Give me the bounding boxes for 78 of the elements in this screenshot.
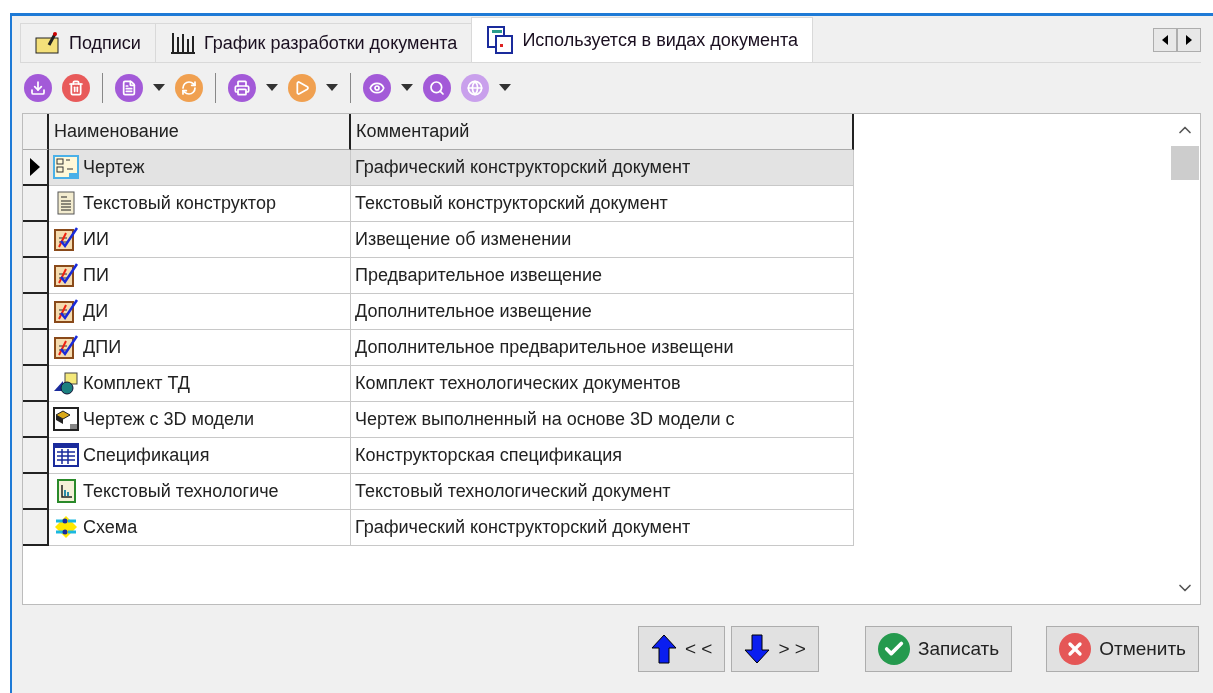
row-indicator[interactable] [23, 509, 49, 546]
row-indicator[interactable] [23, 221, 49, 258]
table-cell: Чертеж выполненный на основе 3D модели с [351, 401, 854, 438]
caret-icon[interactable] [499, 83, 511, 92]
row-indicator[interactable] [23, 293, 49, 330]
scroll-right-button[interactable] [1177, 28, 1201, 52]
cell-text: ДИ [83, 300, 109, 322]
table-cell: Комплект технологических документов [351, 365, 854, 402]
shapes-icon [53, 371, 79, 396]
row-indicator[interactable] [23, 257, 49, 294]
up-arrow-icon [651, 633, 677, 664]
cell-text: Спецификация [83, 444, 210, 466]
row-indicator[interactable] [23, 365, 49, 402]
table-cell: Дополнительное предварительное извещени [351, 329, 854, 366]
dialog-button[interactable]: < < [638, 625, 726, 672]
dialog-button[interactable]: Отменить [1046, 625, 1199, 672]
tab[interactable]: Используется в видах документа [471, 17, 814, 62]
scrollbar-thumb[interactable] [1171, 145, 1199, 180]
tab-label: Подписи [69, 32, 141, 54]
tab-label: Используется в видах документа [522, 29, 799, 51]
right-triangle-icon [1185, 35, 1193, 45]
tab[interactable]: Подписи [20, 23, 156, 62]
cell-text: Чертеж [83, 156, 145, 178]
left-triangle-icon [1161, 35, 1169, 45]
notice-icon [53, 299, 79, 324]
column-header[interactable]: Наименование [49, 113, 351, 150]
printer-icon[interactable] [228, 73, 256, 102]
row-indicator[interactable] [23, 473, 49, 510]
caret-icon[interactable] [326, 83, 338, 92]
table-icon [53, 443, 79, 468]
table-cell: Предварительное извещение [351, 257, 854, 294]
row-indicator[interactable] [23, 185, 49, 222]
download-icon[interactable] [24, 73, 52, 102]
bar-chart-icon [169, 31, 196, 55]
row-indicator[interactable] [23, 401, 49, 438]
row-indicator[interactable] [23, 437, 49, 474]
signature-icon [35, 31, 61, 55]
cell-text: ДПИ [83, 336, 122, 358]
document-icon[interactable] [115, 73, 143, 102]
header-corner [23, 113, 49, 150]
notice-icon [53, 263, 79, 288]
documents-icon [486, 26, 515, 54]
table-cell: Дополнительное извещение [351, 293, 854, 330]
cell-text: Текстовый конструктор [83, 192, 276, 214]
search-icon[interactable] [423, 73, 451, 102]
cell-text: Схема [83, 516, 138, 538]
close-icon [1059, 632, 1092, 665]
model-drawing-icon [53, 407, 79, 432]
eye-icon[interactable] [363, 73, 391, 102]
down-arrow-icon [744, 633, 771, 664]
cell-text: ИИ [83, 228, 109, 250]
cell-text: Чертеж с 3D модели [83, 408, 254, 430]
row-indicator[interactable] [23, 329, 49, 366]
table-cell: Графический конструкторский документ [351, 149, 854, 186]
table-cell: Конструкторская спецификация [351, 437, 854, 474]
scroll-left-button[interactable] [1153, 28, 1177, 52]
caret-icon[interactable] [153, 83, 165, 92]
drawing-icon [53, 155, 79, 180]
dialog-button[interactable]: > > [731, 625, 819, 672]
cell-text: Текстовый технологиче [83, 480, 279, 502]
scheme-icon [53, 515, 79, 540]
caret-icon[interactable] [266, 83, 278, 92]
table-cell: Извещение об изменении [351, 221, 854, 258]
check-icon [877, 632, 910, 665]
current-row-icon [30, 157, 40, 176]
table-cell: Текстовый конструкторский документ [351, 185, 854, 222]
caret-icon[interactable] [401, 83, 413, 92]
table-cell: Текстовый технологический документ [351, 473, 854, 510]
notice-icon [53, 227, 79, 252]
notice-icon [53, 335, 79, 360]
trash-icon[interactable] [62, 73, 90, 102]
cell-text: Комплект ТД [83, 372, 191, 394]
dialog-button[interactable]: Записать [864, 625, 1013, 672]
cell-text: ПИ [83, 264, 109, 286]
tab-label: График разработки документа [203, 32, 458, 54]
row-indicator[interactable] [23, 149, 49, 186]
column-header[interactable]: Комментарий [351, 113, 854, 150]
table-cell: Графический конструкторский документ [351, 509, 854, 546]
